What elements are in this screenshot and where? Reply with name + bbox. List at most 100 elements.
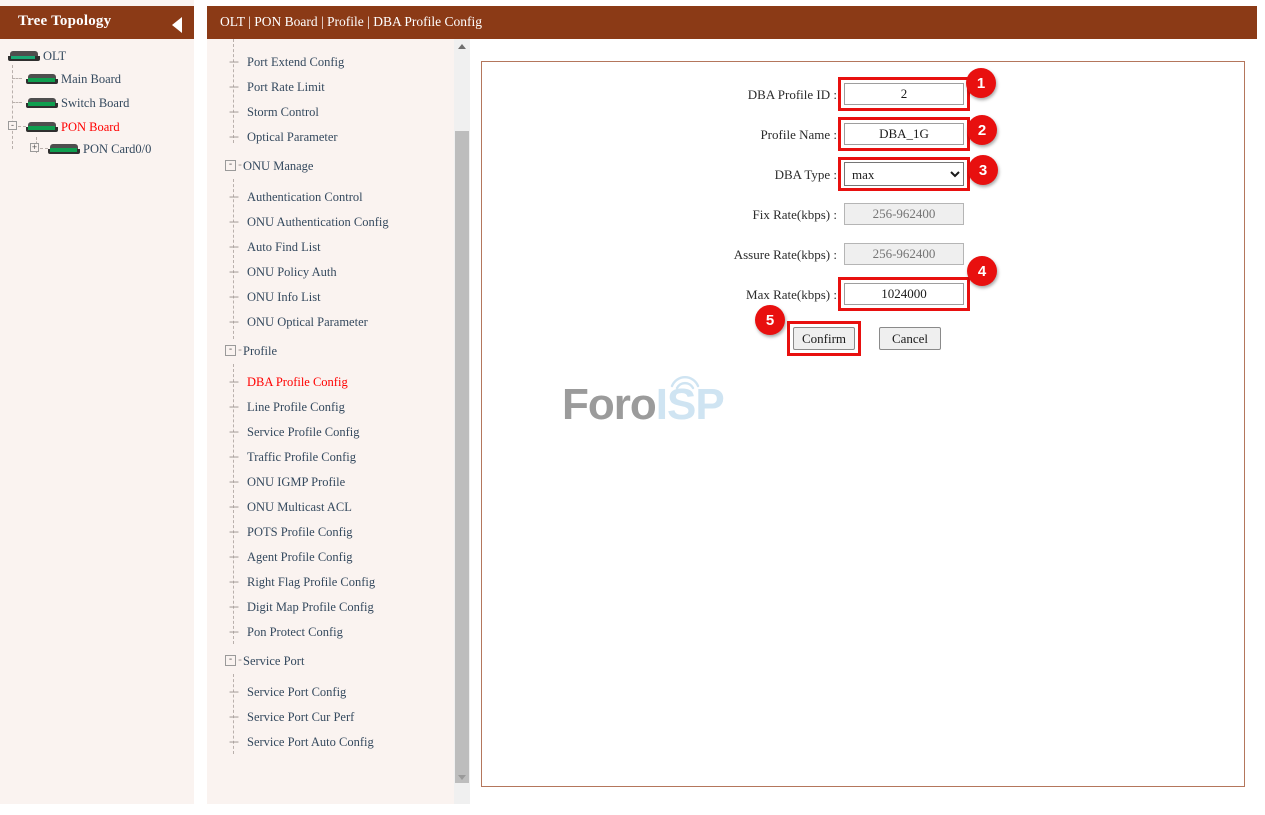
tree-connector: [12, 78, 22, 79]
menu-item-onu-policy-auth[interactable]: ONU Policy Auth: [247, 265, 337, 280]
menu-item-onu-authentication-config[interactable]: ONU Authentication Config: [247, 215, 389, 230]
step-badge-1: 1: [966, 68, 996, 98]
menu-dash: ---: [229, 314, 239, 328]
tree-topology-title: Tree Topology: [18, 13, 112, 29]
menu-dash: ---: [229, 499, 239, 513]
dba-type-select[interactable]: max: [844, 162, 964, 186]
menu-dash: ---: [229, 239, 239, 253]
tree-expander-pon-board[interactable]: -: [8, 121, 17, 130]
tree-node-label: PON Card0/0: [83, 141, 152, 156]
menu-item-service-port-auto-config[interactable]: Service Port Auto Config: [247, 735, 374, 750]
menu-group-expander-onu-manage[interactable]: -: [225, 160, 236, 171]
menu-dash: ---: [229, 449, 239, 463]
profile-name-input[interactable]: [844, 123, 964, 145]
fix-rate-input: [844, 203, 964, 225]
menu-dash: -: [238, 157, 242, 171]
device-icon: [26, 97, 58, 109]
menu-dash: ---: [229, 129, 239, 143]
confirm-button[interactable]: Confirm: [793, 327, 855, 350]
menu-item-port-extend-config[interactable]: Port Extend Config: [247, 55, 344, 70]
label-profile-name: Profile Name :: [760, 127, 837, 142]
menu-dash: ---: [229, 264, 239, 278]
device-icon: [26, 73, 58, 85]
app-window: Tree Topology OLT Main Board Switch Boar…: [0, 0, 1265, 815]
tree-expander-pon-card[interactable]: +: [30, 143, 39, 152]
menu-dash: ---: [229, 684, 239, 698]
menu-item-traffic-profile-config[interactable]: Traffic Profile Config: [247, 450, 356, 465]
tree-topology-body: OLT Main Board Switch Board - PON Board …: [0, 39, 194, 804]
menu-dash: ---: [229, 599, 239, 613]
menu-item-line-profile-config[interactable]: Line Profile Config: [247, 400, 345, 415]
tree-topology-panel: Tree Topology OLT Main Board Switch Boar…: [0, 0, 194, 804]
menu-dash: -: [238, 652, 242, 666]
max-rate-input[interactable]: [844, 283, 964, 305]
menu-item-onu-info-list[interactable]: ONU Info List: [247, 290, 321, 305]
menu-item-port-rate-limit[interactable]: Port Rate Limit: [247, 80, 325, 95]
menu-group-onu-manage[interactable]: ONU Manage: [243, 159, 313, 174]
device-icon: [8, 50, 40, 62]
menu-dash: ---: [229, 709, 239, 723]
menu-item-service-profile-config[interactable]: Service Profile Config: [247, 425, 359, 440]
device-icon: [48, 143, 80, 155]
tree-node-label: OLT: [43, 48, 67, 63]
dba-profile-id-input[interactable]: [844, 83, 964, 105]
menu-dash: ---: [229, 214, 239, 228]
menu-dash: ---: [229, 524, 239, 538]
tree-node-label: PON Board: [61, 119, 120, 134]
cancel-button[interactable]: Cancel: [879, 327, 941, 350]
tree-connector: [40, 148, 48, 149]
step-badge-3: 3: [968, 155, 998, 185]
menu-item-service-port-cur-perf[interactable]: Service Port Cur Perf: [247, 710, 354, 725]
tree-node-olt[interactable]: OLT: [8, 46, 66, 66]
menu-item-onu-optical-parameter[interactable]: ONU Optical Parameter: [247, 315, 368, 330]
menu-item-right-flag-profile-config[interactable]: Right Flag Profile Config: [247, 575, 375, 590]
scrollbar-thumb[interactable]: [455, 131, 469, 783]
menu-group-expander-profile[interactable]: -: [225, 345, 236, 356]
label-dba-type: DBA Type :: [774, 167, 837, 182]
menu-item-auto-find-list[interactable]: Auto Find List: [247, 240, 321, 255]
menu-item-pots-profile-config[interactable]: POTS Profile Config: [247, 525, 353, 540]
menu-item-pon-protect-config[interactable]: Pon Protect Config: [247, 625, 343, 640]
menu-item-onu-multicast-acl[interactable]: ONU Multicast ACL: [247, 500, 352, 515]
menu-item-dba-profile-config[interactable]: DBA Profile Config: [247, 375, 348, 390]
menu-dash: ---: [229, 574, 239, 588]
step-badge-5: 5: [755, 305, 785, 335]
menu-item-agent-profile-config[interactable]: Agent Profile Config: [247, 550, 353, 565]
tree-node-switch-board[interactable]: Switch Board: [26, 93, 129, 113]
caret-left-icon[interactable]: [172, 17, 182, 33]
navigation-menu-panel: --- Port Extend Config --- Port Rate Lim…: [207, 39, 470, 804]
menu-group-expander-service-port[interactable]: -: [225, 655, 236, 666]
menu-dash: ---: [229, 624, 239, 638]
watermark-primary: Foro: [562, 380, 657, 429]
tree-node-label: Main Board: [61, 71, 122, 86]
step-badge-2: 2: [967, 115, 997, 145]
menu-dash: ---: [229, 374, 239, 388]
tree-node-main-board[interactable]: Main Board: [26, 69, 121, 89]
menu-group-profile[interactable]: Profile: [243, 344, 277, 359]
tree-node-pon-card[interactable]: PON Card0/0: [48, 139, 151, 159]
label-assure-rate: Assure Rate(kbps) :: [733, 247, 837, 262]
scroll-down-arrow-icon[interactable]: [454, 770, 470, 786]
menu-dash: ---: [229, 189, 239, 203]
menu-dash: ---: [229, 549, 239, 563]
tree-node-pon-board[interactable]: PON Board: [26, 117, 120, 137]
menu-group-service-port[interactable]: Service Port: [243, 654, 304, 669]
menu-dash: -: [238, 342, 242, 356]
menu-dash: ---: [229, 424, 239, 438]
menu-item-digit-map-profile-config[interactable]: Digit Map Profile Config: [247, 600, 374, 615]
menu-dash: ---: [229, 54, 239, 68]
menu-item-onu-igmp-profile[interactable]: ONU IGMP Profile: [247, 475, 345, 490]
tree-connector: [12, 102, 22, 103]
wifi-arcs-icon: [670, 376, 700, 390]
menu-dash: ---: [229, 79, 239, 93]
device-icon: [26, 121, 58, 133]
scroll-up-arrow-icon[interactable]: [454, 39, 470, 55]
label-dba-profile-id: DBA Profile ID :: [747, 87, 837, 102]
menu-item-authentication-control[interactable]: Authentication Control: [247, 190, 363, 205]
menu-item-service-port-config[interactable]: Service Port Config: [247, 685, 346, 700]
menu-item-optical-parameter[interactable]: Optical Parameter: [247, 130, 338, 145]
menu-scrollbar[interactable]: [454, 39, 470, 804]
menu-item-storm-control[interactable]: Storm Control: [247, 105, 319, 120]
tree-topology-header: Tree Topology: [0, 6, 194, 39]
menu-dash: ---: [229, 399, 239, 413]
